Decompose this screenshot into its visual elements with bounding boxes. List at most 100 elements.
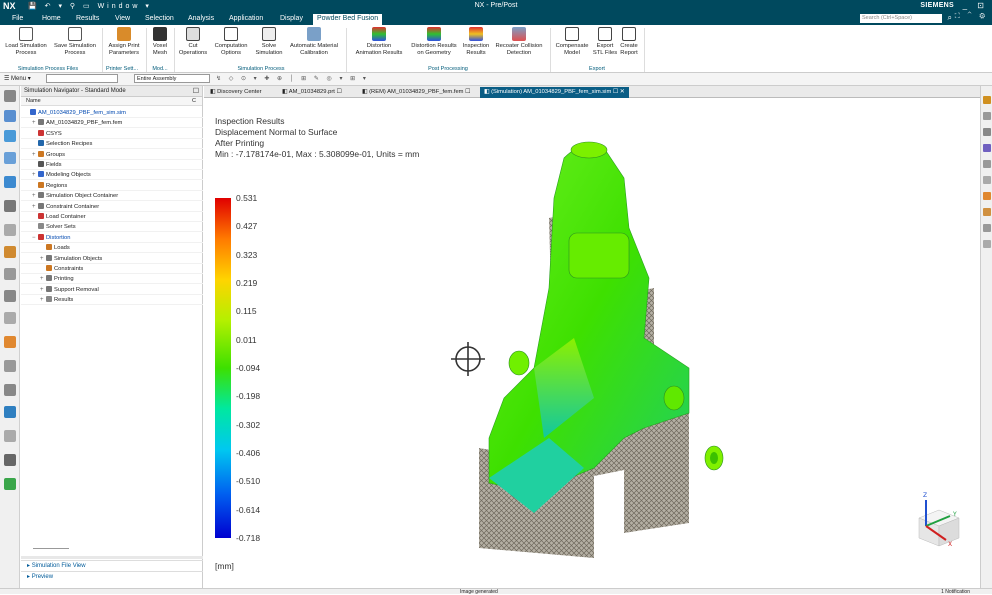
automatic-material-calibration-button[interactable]: Automatic Material Calibration	[286, 27, 342, 56]
clip-icon[interactable]	[983, 160, 991, 168]
material-icon[interactable]	[4, 336, 16, 348]
create-report-button[interactable]: Create Report	[618, 27, 640, 56]
tab-analysis[interactable]: Analysis	[184, 14, 218, 25]
web-browser-icon[interactable]	[4, 406, 16, 418]
group-label-export[interactable]: Export	[550, 66, 644, 72]
tree-item[interactable]: + Printing	[21, 274, 203, 285]
info-icon[interactable]	[4, 384, 16, 396]
manager-icon[interactable]	[4, 478, 16, 490]
tree-item[interactable]: CSYS	[21, 129, 203, 139]
tools-icon[interactable]	[4, 454, 16, 466]
layers-icon[interactable]	[983, 128, 991, 136]
palette-icon[interactable]	[4, 246, 16, 258]
edit-icon[interactable]	[983, 208, 991, 216]
tree-item[interactable]: Selection Recipes	[21, 139, 203, 150]
tab-application[interactable]: Application	[225, 14, 267, 25]
clock-icon[interactable]	[4, 430, 16, 442]
tree-item[interactable]: Constraints	[21, 264, 203, 274]
material-icon[interactable]	[983, 192, 991, 200]
graphics-viewport[interactable]: Inspection Results Displacement Normal t…	[204, 98, 980, 590]
voxel-mesh-button[interactable]: Voxel Mesh	[148, 27, 172, 56]
simulation-navigator-icon[interactable]	[4, 110, 16, 122]
tree-item[interactable]: + Constraint Container	[21, 202, 203, 212]
assembly-scope-dropdown[interactable]: Entire Assembly	[134, 74, 210, 83]
tree-item[interactable]: + Results	[21, 295, 203, 306]
preview-panel[interactable]: ▸ Preview	[21, 571, 203, 582]
tree-item[interactable]: + Groups	[21, 150, 203, 160]
tree-item[interactable]: + Simulation Object Container	[21, 191, 203, 202]
assign-print-parameters-button[interactable]: Assign Print Parameters	[104, 27, 144, 56]
tree-item[interactable]: − Distortion	[21, 233, 203, 243]
assembly-navigator-icon[interactable]	[4, 130, 16, 142]
view-triad[interactable]: Z Y X	[904, 488, 974, 558]
inspection-results-button[interactable]: Inspection Results	[461, 27, 491, 56]
tree-item[interactable]: Loads	[21, 243, 203, 254]
group-label-mod[interactable]: Mod...	[146, 66, 174, 72]
tree-item[interactable]: Fields	[21, 160, 203, 170]
column-name[interactable]: Name	[26, 98, 41, 104]
group-label-simulation-process[interactable]: Simulation Process	[176, 66, 346, 72]
type-filter-dropdown[interactable]	[46, 74, 118, 83]
group-label-printer-settings[interactable]: Printer Sett...	[98, 66, 146, 72]
roles-icon[interactable]	[4, 268, 16, 280]
settings-icon[interactable]	[4, 90, 16, 102]
tree-item[interactable]: Solver Sets	[21, 222, 203, 233]
cut-operations-button[interactable]: Cut Operations	[176, 27, 210, 56]
tree-item[interactable]: Load Container	[21, 212, 203, 222]
panel-splitter[interactable]	[21, 556, 203, 559]
cube-icon[interactable]	[4, 312, 16, 324]
distortion-results-on-geometry-button[interactable]: Distortion Results on Geometry	[408, 27, 460, 56]
notification-indicator[interactable]: 1 Notification	[941, 589, 970, 595]
group-label-post-processing[interactable]: Post Processing	[350, 66, 546, 72]
tree-item[interactable]: AM_01034829_PBF_fem_sim.sim	[21, 108, 203, 118]
tab-home[interactable]: Home	[38, 14, 65, 25]
reuse-library-icon[interactable]	[4, 224, 16, 236]
window-controls[interactable]: _ ⊡	[963, 1, 988, 10]
tree-item[interactable]: + Support Removal	[21, 285, 203, 295]
grid-icon[interactable]	[983, 224, 991, 232]
recoater-collision-detection-button[interactable]: Recoater Collision Detection	[492, 27, 546, 56]
maximize-icon[interactable]: ☐	[193, 87, 199, 95]
part-3d-model[interactable]	[474, 138, 734, 568]
tree-item[interactable]: + Modeling Objects	[21, 170, 203, 181]
layers-icon[interactable]	[4, 360, 16, 372]
tree-item[interactable]: + Simulation Objects	[21, 254, 203, 264]
export-stl-files-button[interactable]: Export STL Files	[592, 27, 618, 56]
menu-button[interactable]: ☰ Menu ▾	[4, 75, 31, 82]
tab-powder-bed-fusion[interactable]: Powder Bed Fusion	[313, 14, 383, 25]
distortion-animation-results-button[interactable]: Distortion Animation Results	[350, 27, 408, 56]
computation-options-button[interactable]: Computation Options	[212, 27, 250, 56]
column-c[interactable]: C	[192, 98, 196, 104]
view-icon[interactable]	[983, 112, 991, 120]
tab-display[interactable]: Display	[276, 14, 307, 25]
snap-toolbar-icons[interactable]: ↯ ◇ ⊙ ▾ ✚ ⊕ │ ⊞ ✎ ◎ ▾ ⊞ ▾	[216, 75, 369, 82]
help-icons[interactable]: ⛶ ⌃ ⚙	[955, 13, 988, 21]
history-icon[interactable]	[4, 176, 16, 188]
tree-item[interactable]: + AM_01034829_PBF_fem.fem	[21, 118, 203, 129]
grid-icon[interactable]	[4, 200, 16, 212]
tab-file[interactable]: File	[8, 14, 27, 25]
group-label-simulation-process-files[interactable]: Simulation Process Files	[4, 66, 92, 72]
save-simulation-process-button[interactable]: Save Simulation Process	[52, 27, 98, 56]
tab-results[interactable]: Results	[72, 14, 103, 25]
command-search-input[interactable]: Search (Ctrl+Space)	[860, 14, 942, 23]
compensate-model-button[interactable]: Compensate Model	[553, 27, 591, 56]
tab-prt-file[interactable]: ◧ AM_01034829.prt ☐	[278, 87, 346, 98]
orient-icon[interactable]	[983, 176, 991, 184]
navigator-column-header[interactable]: Name C	[21, 97, 202, 106]
search-icon[interactable]: ⌕	[948, 13, 952, 23]
list-icon[interactable]	[983, 240, 991, 248]
solve-simulation-button[interactable]: Solve Simulation	[252, 27, 286, 56]
display-icon[interactable]	[983, 144, 991, 152]
tab-simulation-file[interactable]: ◧ (Simulation) AM_01034829_PBF_fem_sim.s…	[480, 87, 629, 98]
bell-icon[interactable]	[4, 290, 16, 302]
part-navigator-icon[interactable]	[4, 152, 16, 164]
tab-rem-fem-file[interactable]: ◧ (REM) AM_01034829_PBF_fem.fem ☐	[358, 87, 474, 98]
tab-view[interactable]: View	[111, 14, 134, 25]
load-simulation-process-button[interactable]: Load Simulation Process	[4, 27, 48, 56]
tab-discovery-center[interactable]: ◧ Discovery Center	[206, 87, 266, 98]
render-style-icon[interactable]	[983, 96, 991, 104]
simulation-file-view-panel[interactable]: ▸ Simulation File View	[21, 560, 203, 571]
tree-item[interactable]: Regions	[21, 181, 203, 191]
tab-selection[interactable]: Selection	[141, 14, 178, 25]
